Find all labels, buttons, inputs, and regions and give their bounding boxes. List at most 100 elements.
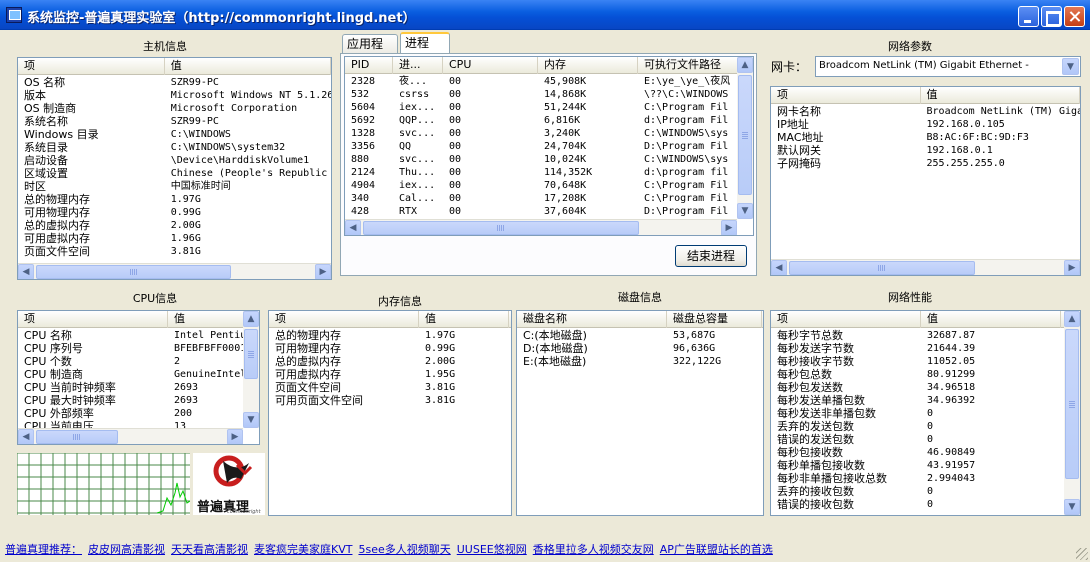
table-row[interactable]: 每秒单播包接收数 43.91957 [771,459,1080,472]
horizontal-scrollbar[interactable]: ◀ ▶ [771,259,1080,275]
scroll-left-arrow-icon[interactable]: ◀ [771,260,787,275]
network-perf-list[interactable]: 项值每秒字节总数 32687.87 每秒发送字节数 21644.39 每秒接收字节数 11… [770,310,1081,516]
column-header[interactable]: 值 [165,58,331,75]
table-row[interactable]: 错误的接收包数 0 [771,498,1080,511]
table-row[interactable]: 版本 Microsoft Windows NT 5.1.2600 Service … [18,89,331,102]
table-row[interactable]: Windows 目录 C:\WINDOWS [18,128,331,141]
close-button[interactable] [1064,6,1085,27]
column-header[interactable]: 项 [18,58,165,75]
table-row[interactable]: 总的物理内存 1.97G [18,193,331,206]
column-header[interactable]: 可执行文件路径 [638,57,748,74]
column-header[interactable]: 值 [168,311,248,328]
tab-processes[interactable]: 进程 [400,32,450,53]
column-header[interactable]: 磁盘总容量 [667,311,762,328]
process-list[interactable]: PID 进... CPU 内存 可执行文件路径 2328 夜... 00 45,908K E:\y… [344,56,754,236]
column-header[interactable]: 进... [393,57,443,74]
table-row[interactable]: 丢弃的发送包数 0 [771,420,1080,433]
table-row[interactable]: 每秒包总数 80.91299 [771,368,1080,381]
table-row[interactable]: CPU 外部频率 200 [18,407,259,420]
horizontal-scroll-thumb[interactable] [36,265,231,279]
network-params-list[interactable]: 项值网卡名称 Broadcom NetLink (TM) Gigabit Ethe… [770,86,1081,276]
table-row[interactable]: 428 RTX 00 37,604K D:\Program Fil [345,205,753,218]
column-header[interactable]: 值 [921,311,1061,328]
column-header[interactable]: 项 [771,311,921,328]
table-row[interactable]: 每秒发送字节数 21644.39 [771,342,1080,355]
table-row[interactable]: 每秒包接收数 46.90849 [771,446,1080,459]
scroll-left-arrow-icon[interactable]: ◀ [18,264,34,279]
scroll-right-arrow-icon[interactable]: ▶ [227,429,243,444]
end-process-button[interactable]: 结束进程 [675,245,747,267]
recommend-link[interactable]: 天天看高清影视 [171,541,248,557]
table-row[interactable]: MAC地址 B8:AC:6F:BC:9D:F3 [771,131,1080,144]
table-row[interactable]: CPU 最大时钟频率 2693 [18,394,259,407]
table-row[interactable]: C:(本地磁盘) 53,687G [517,329,763,342]
horizontal-scroll-thumb[interactable] [789,261,975,275]
horizontal-scrollbar[interactable]: ◀ ▶ [18,263,331,279]
recommend-link[interactable]: 皮皮网高清影视 [88,541,165,557]
tab-applications[interactable]: 应用程序 [342,34,398,69]
table-row[interactable]: 可用虚拟内存 1.96G [18,232,331,245]
table-row[interactable]: 每秒字节总数 32687.87 [771,329,1080,342]
scroll-up-arrow-icon[interactable]: ▲ [737,57,753,73]
scroll-right-arrow-icon[interactable]: ▶ [721,220,737,235]
scroll-up-arrow-icon[interactable]: ▲ [1064,311,1080,327]
vertical-scroll-thumb[interactable] [244,329,258,379]
table-row[interactable]: 每秒接收字节数 11052.05 [771,355,1080,368]
horizontal-scroll-thumb[interactable] [36,430,118,444]
table-row[interactable]: 每秒非单播包接收总数 2.994043 [771,472,1080,485]
recommend-link[interactable]: UUSEE悠视网 [457,541,527,557]
table-row[interactable]: CPU 当前时钟频率 2693 [18,381,259,394]
column-header[interactable]: CPU [443,57,538,74]
horizontal-scroll-thumb[interactable] [363,221,639,235]
table-row[interactable]: 5604 iex... 00 51,244K C:\Program Fil [345,101,753,114]
table-row[interactable]: 系统目录 C:\WINDOWS\system32 [18,141,331,154]
table-row[interactable]: 区域设置 Chinese (People's Republic of China) [18,167,331,180]
table-row[interactable]: 可用物理内存 0.99G [18,206,331,219]
column-header[interactable]: 内存 [538,57,638,74]
table-row[interactable]: CPU 序列号 BFEBFBFF0001 [18,342,259,355]
scroll-up-arrow-icon[interactable]: ▲ [243,311,259,327]
table-row[interactable]: 网卡名称 Broadcom NetLink (TM) Gigabit Ethern… [771,105,1080,118]
table-row[interactable]: OS 名称 SZR99-PC [18,76,331,89]
table-row[interactable]: 1328 svc... 00 3,240K C:\WINDOWS\sys [345,127,753,140]
column-header[interactable]: PID [345,57,393,74]
nic-select[interactable]: Broadcom NetLink (TM) Gigabit Ethernet -… [815,56,1081,77]
table-row[interactable]: IP地址 192.168.0.105 [771,118,1080,131]
column-header[interactable]: 项 [269,311,419,328]
table-row[interactable]: OS 制造商 Microsoft Corporation [18,102,331,115]
table-row[interactable]: 5692 QQP... 00 6,816K d:\Program Fil [345,114,753,127]
recommend-link[interactable]: 香格里拉多人视频交友网 [533,541,654,557]
vertical-scroll-thumb[interactable] [738,75,752,195]
table-row[interactable]: CPU 个数 2 [18,355,259,368]
table-row[interactable]: 880 svc... 00 10,024K C:\WINDOWS\sys [345,153,753,166]
table-row[interactable]: 3356 QQ 00 24,704K D:\Program Fil [345,140,753,153]
scroll-right-arrow-icon[interactable]: ▶ [1064,260,1080,275]
table-row[interactable]: 错误的发送包数 0 [771,433,1080,446]
maximize-button[interactable] [1041,6,1062,27]
table-row[interactable]: 可用虚拟内存 1.95G [269,368,511,381]
table-row[interactable]: 每秒发送单播包数 34.96392 [771,394,1080,407]
column-header[interactable]: 值 [419,311,509,328]
vertical-scroll-thumb[interactable] [1065,329,1079,479]
table-row[interactable]: 启动设备 \Device\HarddiskVolume1 [18,154,331,167]
table-row[interactable]: 丢弃的接收包数 0 [771,485,1080,498]
recommend-label[interactable]: 普遍真理推荐： [5,541,82,557]
table-row[interactable]: D:(本地磁盘) 96,636G [517,342,763,355]
disk-info-list[interactable]: 磁盘名称 磁盘总容量 C:(本地磁盘) 53,687G D:(本地磁盘) 96,636G E… [516,310,764,516]
horizontal-scrollbar[interactable]: ◀ ▶ [345,219,737,235]
table-row[interactable]: 页面文件空间 3.81G [18,245,331,258]
column-header[interactable]: 值 [921,87,1080,104]
scroll-right-arrow-icon[interactable]: ▶ [315,264,331,279]
scroll-left-arrow-icon[interactable]: ◀ [345,220,361,235]
table-row[interactable]: 可用物理内存 0.99G [269,342,511,355]
table-row[interactable]: 每秒包发送数 34.96518 [771,381,1080,394]
recommend-link[interactable]: AP广告联盟站长的首选 [660,541,773,557]
table-row[interactable]: 系统名称 SZR99-PC [18,115,331,128]
table-row[interactable]: CPU 制造商 GenuineIntel [18,368,259,381]
scroll-left-arrow-icon[interactable]: ◀ [18,429,34,444]
table-row[interactable]: E:(本地磁盘) 322,122G [517,355,763,368]
app-icon[interactable] [6,7,22,23]
column-header[interactable]: 项 [771,87,921,104]
table-row[interactable]: 子网掩码 255.255.255.0 [771,157,1080,170]
table-row[interactable]: 2328 夜... 00 45,908K E:\ye_\ye_\夜风 [345,75,753,88]
